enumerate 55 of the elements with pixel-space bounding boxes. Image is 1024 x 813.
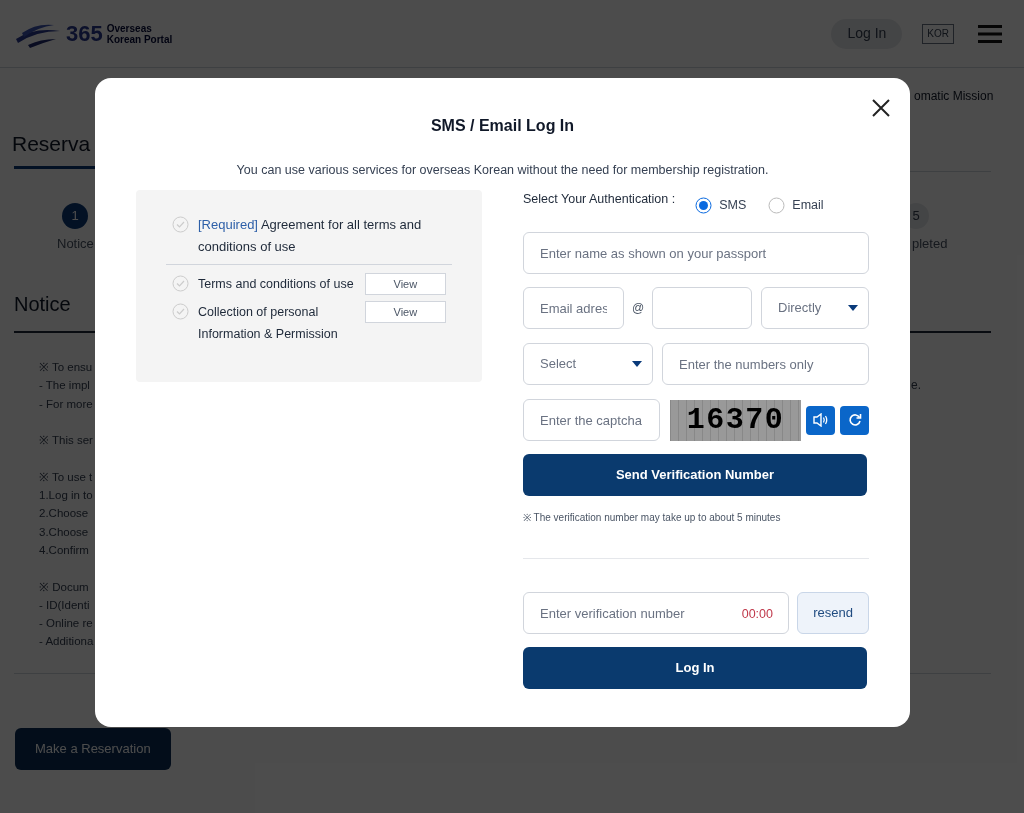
view-button[interactable]: View	[364, 301, 446, 323]
view-button[interactable]: View	[364, 273, 446, 295]
breadcrumb-text: omatic Mission	[914, 88, 994, 105]
captcha-image: 16370	[670, 399, 801, 441]
note-text: ※ The verification number may take up to about 5 minutes	[523, 511, 782, 525]
logo-number: 365	[66, 22, 103, 45]
name-field[interactable]: Enter name as shown on your passport	[523, 232, 869, 274]
phone-field[interactable]: Enter the numbers only	[662, 343, 869, 385]
check-circle-icon[interactable]	[172, 303, 189, 320]
page-title: Reserva	[12, 131, 91, 157]
login-button[interactable]: Log In	[523, 647, 867, 689]
notice-line: - Online re	[39, 616, 94, 632]
section-title: Notice	[14, 292, 71, 317]
notice-line: - For more	[39, 396, 94, 412]
notice-line: ※ To use t	[39, 469, 94, 485]
resend-button[interactable]: resend	[797, 592, 869, 634]
dialog-title: SMS / Email Log In	[429, 116, 576, 136]
logo-text: Overseas	[106, 22, 153, 34]
notice-line: - Additiona	[39, 634, 94, 650]
auth-label: Select Your Authentication :	[523, 191, 676, 208]
check-circle-icon[interactable]	[172, 216, 189, 233]
notice-line: 3.Choose	[39, 524, 90, 540]
check-circle-icon[interactable]	[172, 275, 189, 292]
agreement-text: Terms and conditions of use	[198, 276, 355, 293]
refresh-button[interactable]	[840, 405, 869, 435]
logo-text: Korean Portal	[106, 33, 173, 45]
notice-line: 4.Confirm	[39, 542, 90, 558]
notice-text: e.	[911, 377, 921, 394]
at-sign: @	[630, 300, 646, 317]
notice-line: - The impl	[39, 378, 91, 394]
notice-line: ※ Docum	[39, 579, 90, 595]
dialog-subtitle: You can use various services for overseas Korean without the need for membership registration.	[235, 162, 770, 179]
timer-text: 00:00	[741, 606, 773, 623]
notice-line: 2.Choose	[39, 506, 90, 522]
audio-button[interactable]	[806, 405, 835, 435]
radio-button[interactable]	[695, 196, 713, 214]
speaker-icon	[812, 413, 829, 427]
radio-label: SMS	[719, 197, 747, 214]
radio-label: Email	[792, 197, 824, 214]
radio-button[interactable]	[768, 196, 786, 214]
send-verification-button[interactable]: Send Verification Number	[523, 454, 867, 496]
notice-line: - ID(Identi	[39, 597, 91, 613]
captcha-field[interactable]: Enter the captcha	[523, 399, 660, 441]
notice-line: 1.Log in to	[39, 488, 94, 504]
notice-line: ※ This ser	[39, 433, 94, 449]
agreement-text: Collection of personal Information & Permission	[198, 304, 339, 343]
domain-field[interactable]	[652, 287, 752, 329]
caret-icon	[632, 361, 642, 367]
dropdown[interactable]: Directly	[761, 287, 869, 329]
close-icon[interactable]	[872, 99, 890, 117]
caret-icon	[848, 305, 858, 311]
notice-line: ※ To ensu	[39, 360, 94, 375]
refresh-icon	[847, 413, 862, 427]
agreement-text: [Required] Agreement for all terms and conditions of use	[198, 216, 423, 256]
dropdown[interactable]: Select	[523, 343, 653, 385]
